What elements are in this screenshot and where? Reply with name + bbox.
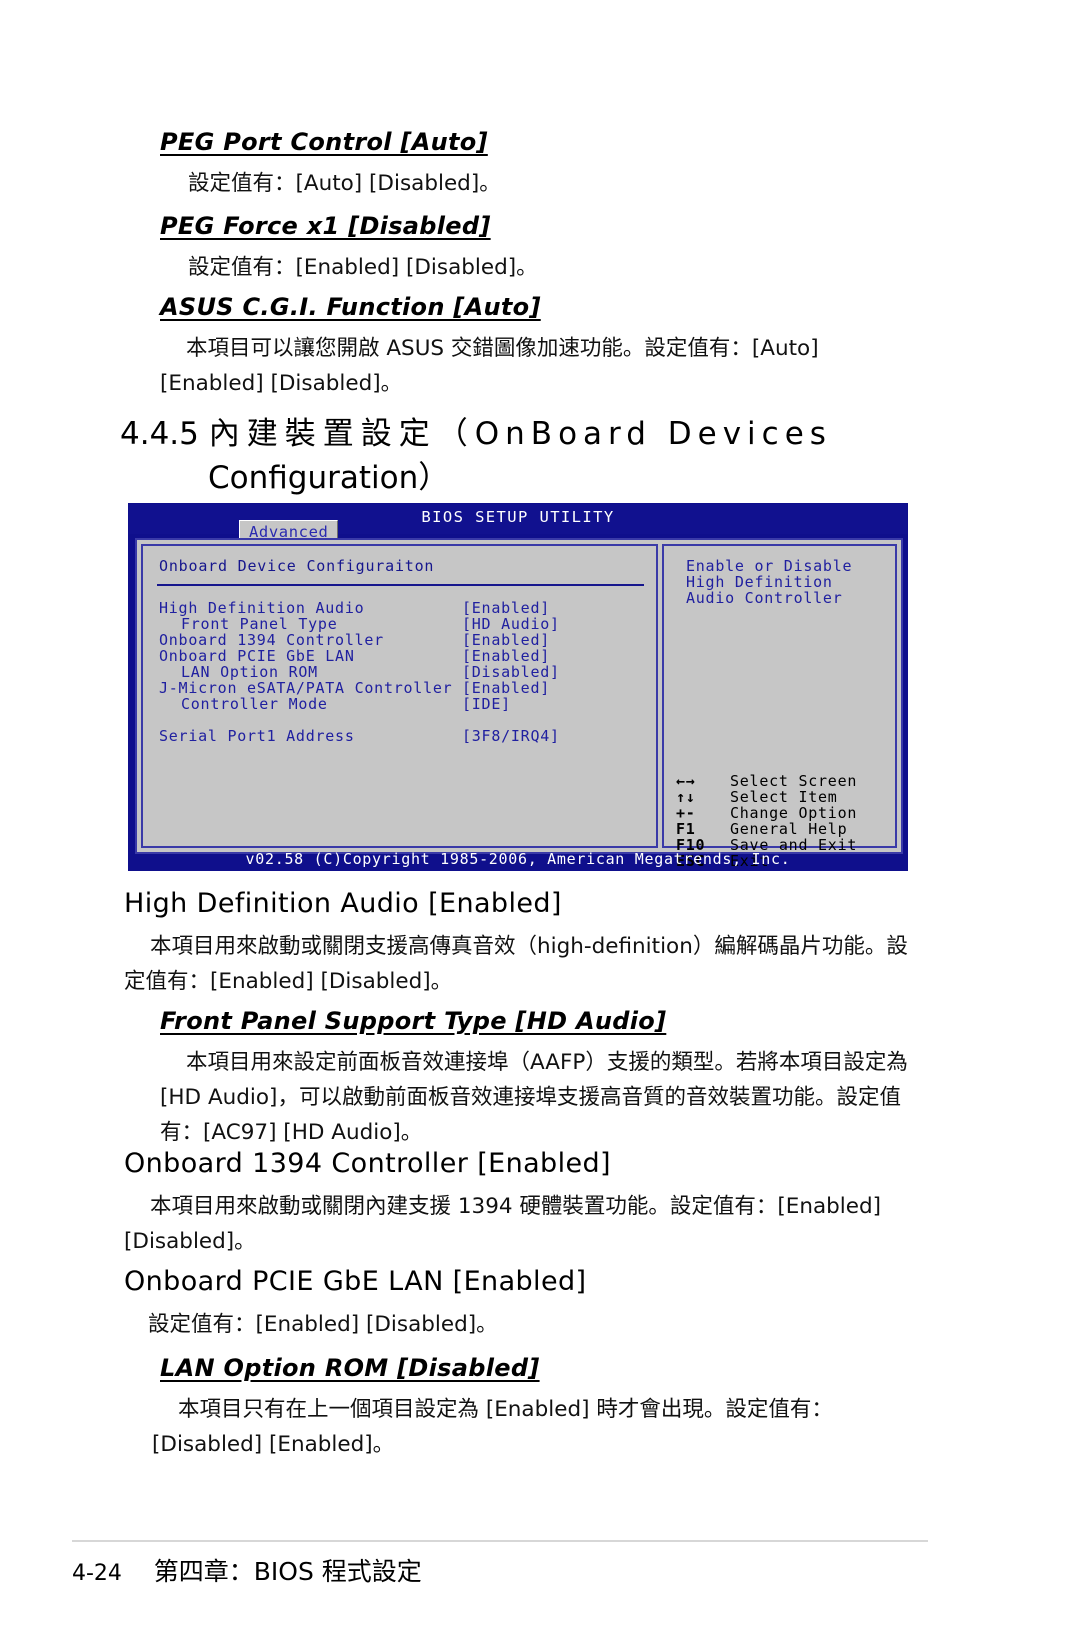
bios-setting-value[interactable]: [Enabled]: [462, 648, 550, 664]
bios-setting-row[interactable]: High Definition Audio [Enabled]: [159, 600, 647, 616]
bios-legend-key: +-: [676, 804, 696, 822]
bios-setting-value[interactable]: [Enabled]: [462, 680, 550, 696]
bios-setting-row[interactable]: Onboard 1394 Controller [Enabled]: [159, 632, 647, 648]
bios-legend-row: ←→ Select Screen: [676, 773, 891, 789]
bios-setting-row[interactable]: LAN Option ROM [Disabled]: [159, 664, 647, 680]
bios-setting-row[interactable]: Serial Port1 Address [3F8/IRQ4]: [159, 728, 647, 744]
bios-setting-label: Onboard PCIE GbE LAN: [159, 647, 355, 665]
bios-setting-row[interactable]: J-Micron eSATA/PATA Controller [Enabled]: [159, 680, 647, 696]
bios-setting-row[interactable]: Front Panel Type [HD Audio]: [159, 616, 647, 632]
bios-legend-row: ↑↓ Select Item: [676, 789, 891, 805]
body-onboard-pcie-gbe-lan: 設定值有：[Enabled] [Disabled]。: [148, 1312, 498, 1337]
bios-panel-title: Onboard Device Configuraiton: [159, 557, 435, 575]
footer-chapter-label: 第四章：BIOS 程式設定: [153, 1557, 422, 1586]
section-paren-close: ）: [418, 460, 450, 496]
bios-legend-description: Change Option: [730, 804, 858, 822]
heading-front-panel-support-type: Front Panel Support Type [HD Audio]: [160, 1007, 667, 1035]
bios-settings-panel: Onboard Device Configuraiton High Defini…: [141, 544, 658, 848]
heading-peg-force-x1: PEG Force x1 [Disabled]: [160, 212, 491, 240]
bios-setting-value[interactable]: [3F8/IRQ4]: [462, 728, 560, 744]
bios-setting-value[interactable]: [HD Audio]: [462, 616, 560, 632]
bios-setting-label: Serial Port1 Address: [159, 727, 355, 745]
bios-legend-key: F1: [676, 820, 696, 838]
body-peg-force-x1: 設定值有：[Enabled] [Disabled]。: [188, 255, 538, 280]
bios-legend-key: ←→: [676, 772, 696, 790]
bios-help-panel: Enable or Disable High Definition Audio …: [662, 544, 897, 869]
bios-setting-label: LAN Option ROM: [181, 663, 318, 681]
section-title-cjk: 內建裝置設定: [208, 416, 437, 452]
bios-legend-description: Select Screen: [730, 772, 858, 790]
bios-settings-list: High Definition Audio [Enabled] Front Pane…: [159, 600, 647, 744]
manual-page: PEG Port Control [Auto] 設定值有：[Auto] [Dis…: [0, 0, 1080, 1627]
bios-setup-screenshot: BIOS SETUP UTILITY Advanced Onboard Devi…: [128, 503, 908, 871]
bios-setting-value[interactable]: [IDE]: [462, 696, 511, 712]
body-front-panel-support-type: 本項目用來設定前面板音效連接埠（AAFP）支援的類型。若將本項目設定為 [HD …: [160, 1050, 908, 1145]
bios-setting-label: Onboard 1394 Controller: [159, 631, 384, 649]
footer-divider: [72, 1540, 928, 1542]
section-title-eng-1: OnBoard Devices: [474, 416, 832, 452]
bios-setting-label: J-Micron eSATA/PATA Controller: [159, 679, 453, 697]
bios-help-text: Enable or Disable High Definition Audio …: [686, 557, 853, 607]
page-number: 4-24: [72, 1561, 122, 1586]
section-heading: 4.4.5 內建裝置設定（OnBoard Devices Configuratio…: [120, 412, 950, 500]
section-paren-open: （: [436, 416, 475, 452]
bios-setting-label: Controller Mode: [181, 695, 328, 713]
body-high-definition-audio: 本項目用來啟動或關閉支援高傳真音效（high-definition）編解碼晶片功…: [124, 934, 908, 994]
section-title-eng-2: Configuration: [208, 460, 419, 496]
bios-setting-row[interactable]: Controller Mode [IDE]: [159, 696, 647, 712]
heading-peg-port-control: PEG Port Control [Auto]: [160, 128, 488, 156]
bios-body: Onboard Device Configuraiton High Defini…: [135, 538, 903, 869]
heading-onboard-1394-controller: Onboard 1394 Controller [Enabled]: [124, 1148, 611, 1179]
body-lan-option-rom: 本項目只有在上一個項目設定為 [Enabled] 時才會出現。設定值有：[Dis…: [152, 1397, 833, 1457]
bios-setting-value[interactable]: [Enabled]: [462, 600, 550, 616]
bios-setting-value[interactable]: [Enabled]: [462, 632, 550, 648]
bios-setting-row[interactable]: Onboard PCIE GbE LAN [Enabled]: [159, 648, 647, 664]
body-peg-port-control: 設定值有：[Auto] [Disabled]。: [188, 171, 501, 196]
body-onboard-1394-controller: 本項目用來啟動或關閉內建支援 1394 硬體裝置功能。設定值有：[Enabled…: [124, 1194, 882, 1254]
bios-legend-row: +- Change Option: [676, 805, 891, 821]
bios-setting-value[interactable]: [Disabled]: [462, 664, 560, 680]
bios-setting-label: Front Panel Type: [181, 615, 338, 633]
heading-onboard-pcie-gbe-lan: Onboard PCIE GbE LAN [Enabled]: [124, 1266, 587, 1297]
heading-lan-option-rom: LAN Option ROM [Disabled]: [160, 1354, 540, 1382]
bios-legend-description: Select Item: [730, 788, 838, 806]
section-number: 4.4.5: [120, 416, 199, 452]
bios-row-spacer: [159, 712, 647, 728]
bios-setting-label: High Definition Audio: [159, 599, 365, 617]
body-asus-cgi-function: 本項目可以讓您開啟 ASUS 交錯圖像加速功能。設定值有：[Auto] [Ena…: [160, 336, 819, 396]
heading-high-definition-audio: High Definition Audio [Enabled]: [124, 888, 562, 919]
bios-legend-row: F1 General Help: [676, 821, 891, 837]
bios-panel-divider: [157, 584, 644, 586]
bios-legend-key: ↑↓: [676, 788, 696, 806]
bios-legend-description: General Help: [730, 820, 848, 838]
page-footer: 4-24 第四章：BIOS 程式設定: [72, 1552, 422, 1588]
heading-asus-cgi-function: ASUS C.G.I. Function [Auto]: [160, 293, 541, 321]
bios-copyright-bar: v02.58 (C)Copyright 1985-2006, American …: [245, 850, 791, 868]
